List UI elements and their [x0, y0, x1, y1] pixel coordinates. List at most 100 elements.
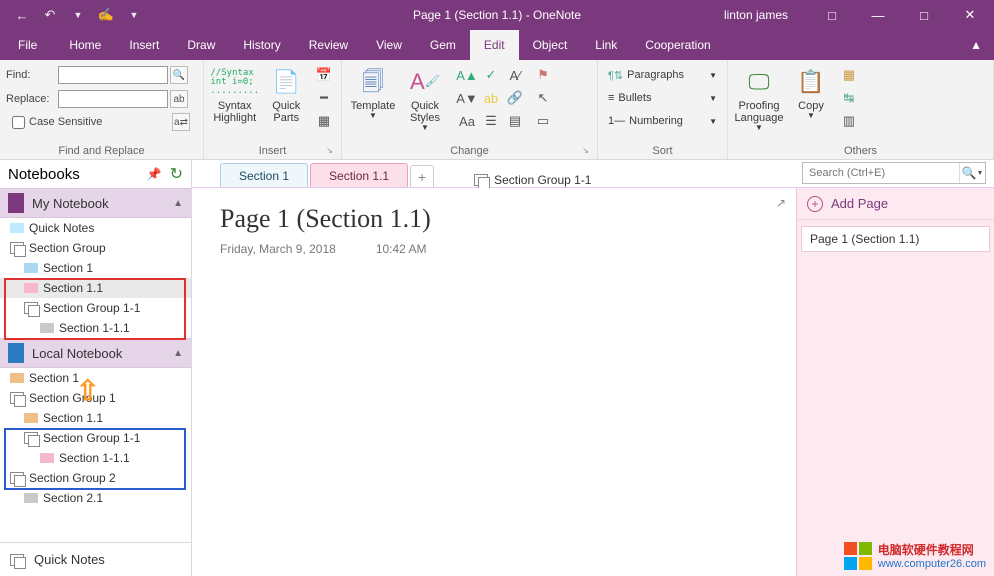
collapse-ribbon-icon[interactable]: ▲ [958, 30, 994, 60]
horizontal-line-button[interactable]: ━ [313, 87, 335, 109]
list-button[interactable]: ▥ [838, 110, 860, 132]
tree-section-group-1-1[interactable]: Section Group 1-1 [0, 298, 191, 318]
page-list-item[interactable]: Page 1 (Section 1.1) [801, 226, 990, 252]
menu-view[interactable]: View [362, 30, 416, 60]
replace-input[interactable] [58, 90, 168, 108]
touch-mode-icon[interactable]: ✍ [94, 3, 118, 27]
code-button[interactable]: ↹ [838, 87, 860, 109]
fullscreen-icon[interactable]: ↗ [776, 196, 786, 210]
tag-button[interactable]: ⚑ [532, 64, 554, 86]
proofing-language-button[interactable]: 🖵 Proofing Language▼ [734, 64, 784, 135]
tree-l-section-1[interactable]: Section 1 [0, 368, 191, 388]
search-icon[interactable]: 🔍▼ [959, 163, 985, 183]
chevron-up-icon[interactable]: ▲ [173, 198, 183, 209]
replace-all-button[interactable]: a⇄ [172, 113, 190, 131]
table-button[interactable]: ▦ [313, 110, 335, 132]
outline-button[interactable]: ▤ [504, 110, 526, 132]
section-icon [40, 453, 54, 463]
section-icon [24, 493, 38, 503]
notebook-my-notebook[interactable]: My Notebook ▲ [0, 188, 191, 218]
user-name[interactable]: linton james [724, 8, 788, 22]
tree-quick-notes[interactable]: Quick Notes [0, 218, 191, 238]
tree-l-section-group-1[interactable]: Section Group 1 [0, 388, 191, 408]
page-time[interactable]: 10:42 AM [376, 242, 427, 256]
menu-review[interactable]: Review [295, 30, 362, 60]
tree-section-1-1[interactable]: Section 1.1 [0, 278, 191, 298]
menu-history[interactable]: History [229, 30, 294, 60]
spellcheck-button[interactable]: ✓ [480, 64, 502, 86]
syntax-highlight-button[interactable]: //Syntaxint i=0;......... Syntax Highlig… [210, 64, 260, 126]
date-button[interactable]: 📅 [313, 64, 335, 86]
tree-section-1[interactable]: Section 1 [0, 258, 191, 278]
tab-section-1-1[interactable]: Section 1.1 [310, 163, 408, 187]
maximize-button[interactable]: □ [902, 0, 946, 30]
page-canvas[interactable]: ↗ Page 1 (Section 1.1) Friday, March 9, … [192, 188, 796, 576]
add-page-button[interactable]: + Add Page [797, 188, 994, 220]
tree-l-section-1-1-1[interactable]: Section 1-1.1 [0, 448, 191, 468]
pin-icon[interactable]: 📌 [147, 167, 162, 181]
change-dialog-launcher[interactable]: ↘ [582, 146, 589, 155]
copy-button[interactable]: 📋 Copy▼ [786, 64, 836, 123]
menu-gem[interactable]: Gem [416, 30, 470, 60]
watermark-line1: 电脑软硬件教程网 [878, 541, 986, 558]
case-sensitive-checkbox[interactable] [12, 116, 25, 129]
tree-l-section-2-1[interactable]: Section 2.1 [0, 488, 191, 508]
tab-section-1[interactable]: Section 1 [220, 163, 308, 187]
highlight-button[interactable]: ab [480, 87, 502, 109]
find-input[interactable] [58, 66, 168, 84]
font-button[interactable]: Aa [456, 110, 478, 132]
ribbon-label-insert: Insert [259, 145, 287, 157]
minimize-button[interactable]: — [856, 0, 900, 30]
find-label: Find: [6, 69, 56, 81]
page-title[interactable]: Page 1 (Section 1.1) [220, 204, 768, 234]
menu-cooperation[interactable]: Cooperation [631, 30, 724, 60]
close-button[interactable]: ✕ [948, 0, 992, 30]
undo-dropdown-icon[interactable]: ▼ [66, 3, 90, 27]
undo-icon[interactable]: ↶ [38, 3, 62, 27]
quick-parts-button[interactable]: 📄 Quick Parts [262, 64, 312, 126]
replace-go-button[interactable]: ab [170, 90, 188, 108]
section-group-indicator[interactable]: Section Group 1-1 [474, 173, 591, 187]
increase-font-button[interactable]: A▲ [456, 64, 478, 86]
quick-notes-footer[interactable]: Quick Notes [0, 542, 191, 576]
quick-styles-button[interactable]: A🖌 Quick Styles▼ [400, 64, 450, 135]
sort-paragraphs-button[interactable]: ¶⇅Paragraphs▼ [604, 64, 721, 86]
hyperlink-button[interactable]: 🔗 [504, 87, 526, 109]
select-button[interactable]: ↖ [532, 87, 554, 109]
tree-section-group[interactable]: Section Group [0, 238, 191, 258]
proofing-icon: 🖵 [743, 66, 775, 98]
search-input[interactable] [803, 167, 959, 179]
menu-file[interactable]: File [0, 30, 55, 60]
menu-draw[interactable]: Draw [173, 30, 229, 60]
menu-object[interactable]: Object [519, 30, 582, 60]
tree-section-1-1-1[interactable]: Section 1-1.1 [0, 318, 191, 338]
menu-link[interactable]: Link [581, 30, 631, 60]
menu-insert[interactable]: Insert [115, 30, 173, 60]
sort-numbering-button[interactable]: 1―Numbering▼ [604, 110, 721, 132]
add-section-tab[interactable]: + [410, 165, 434, 187]
qat-customize-icon[interactable]: ▼ [122, 3, 146, 27]
insert-dialog-launcher[interactable]: ↘ [326, 146, 333, 155]
align-button[interactable]: ☰ [480, 110, 502, 132]
section-group-icon [10, 472, 24, 484]
sort-bullets-button[interactable]: ≡Bullets▼ [604, 87, 721, 109]
section-icon [10, 373, 24, 383]
back-icon[interactable]: ← [10, 3, 34, 27]
menu-edit[interactable]: Edit [470, 30, 519, 60]
clear-format-button[interactable]: A∕ [504, 64, 526, 86]
menu-home[interactable]: Home [55, 30, 115, 60]
ribbon-display-icon[interactable]: □ [810, 0, 854, 30]
notebook-local-notebook[interactable]: Local Notebook ▲ [0, 338, 191, 368]
tree-l-section-group-1-1[interactable]: Section Group 1-1 [0, 428, 191, 448]
tree-l-section-1-1[interactable]: Section 1.1 [0, 408, 191, 428]
page-date[interactable]: Friday, March 9, 2018 [220, 242, 336, 256]
tree-l-section-group-2[interactable]: Section Group 2 [0, 468, 191, 488]
decrease-font-button[interactable]: A▼ [456, 87, 478, 109]
chevron-up-icon[interactable]: ▲ [173, 348, 183, 359]
find-go-button[interactable]: 🔍 [170, 66, 188, 84]
search-box[interactable]: 🔍▼ [802, 162, 986, 184]
shape-button[interactable]: ▭ [532, 110, 554, 132]
template-button[interactable]: 🗐 Template▼ [348, 64, 398, 123]
grid-button[interactable]: ▦ [838, 64, 860, 86]
refresh-icon[interactable]: ↻ [170, 164, 183, 184]
